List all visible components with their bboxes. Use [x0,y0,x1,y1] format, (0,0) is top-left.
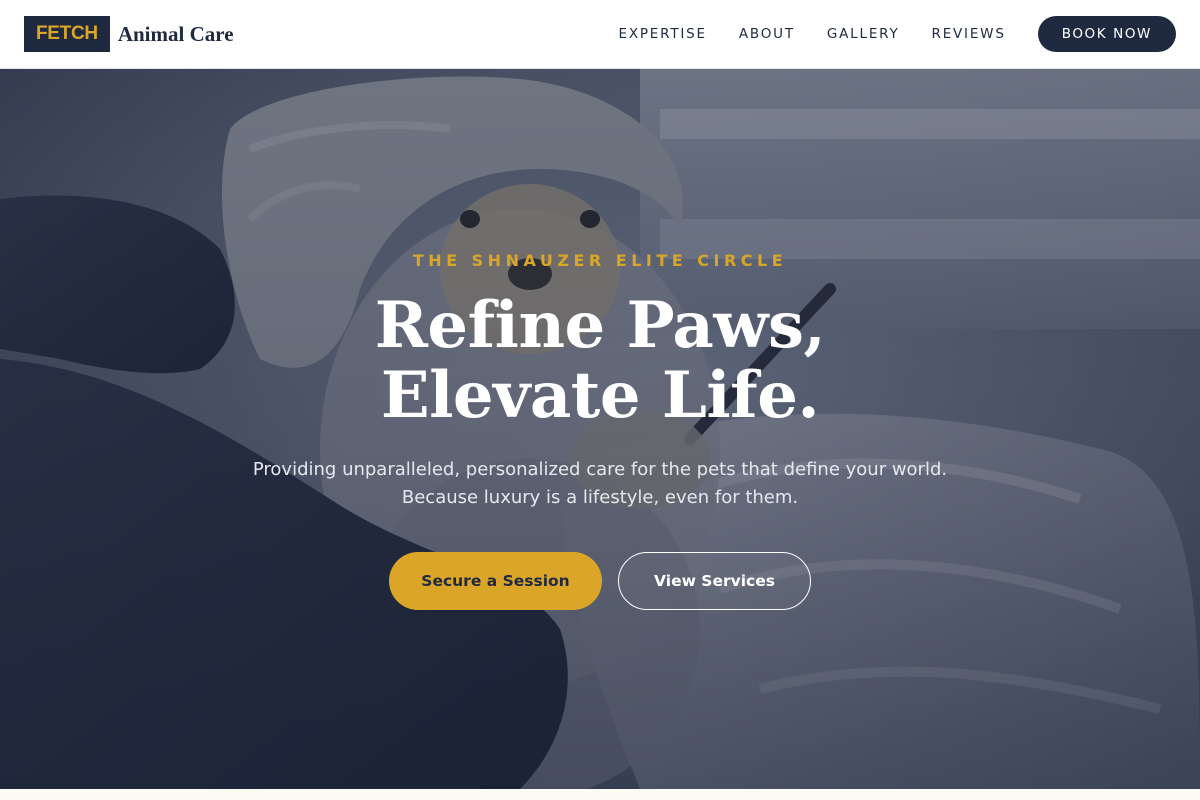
next-section-edge [0,789,1200,800]
secure-session-button[interactable]: Secure a Session [389,552,602,610]
hero-headline-line-1: Refine Paws, [374,288,826,363]
hero-content: THE SHNAUZER ELITE CIRCLE Refine Paws, E… [0,69,1200,789]
brand-badge: FETCH [24,16,110,52]
nav-link-reviews[interactable]: REVIEWS [932,26,1006,42]
main-nav: EXPERTISE ABOUT GALLERY REVIEWS BOOK NOW [618,16,1176,52]
hero-headline: Refine Paws, Elevate Life. [0,291,1200,431]
brand-logo[interactable]: FETCH Animal Care [24,16,234,52]
hero-section: THE SHNAUZER ELITE CIRCLE Refine Paws, E… [0,69,1200,789]
nav-link-about[interactable]: ABOUT [739,26,795,42]
site-header: FETCH Animal Care EXPERTISE ABOUT GALLER… [0,0,1200,69]
view-services-button[interactable]: View Services [618,552,811,610]
hero-subtext: Providing unparalleled, personalized car… [252,459,948,508]
nav-link-gallery[interactable]: GALLERY [827,26,900,42]
hero-headline-line-2: Elevate Life. [380,358,820,433]
book-now-button[interactable]: BOOK NOW [1037,16,1176,52]
brand-name: Animal Care [117,21,234,46]
hero-cta-row: Secure a Session View Services [0,552,1200,610]
hero-eyebrow: THE SHNAUZER ELITE CIRCLE [412,251,788,270]
nav-link-expertise[interactable]: EXPERTISE [618,26,706,42]
